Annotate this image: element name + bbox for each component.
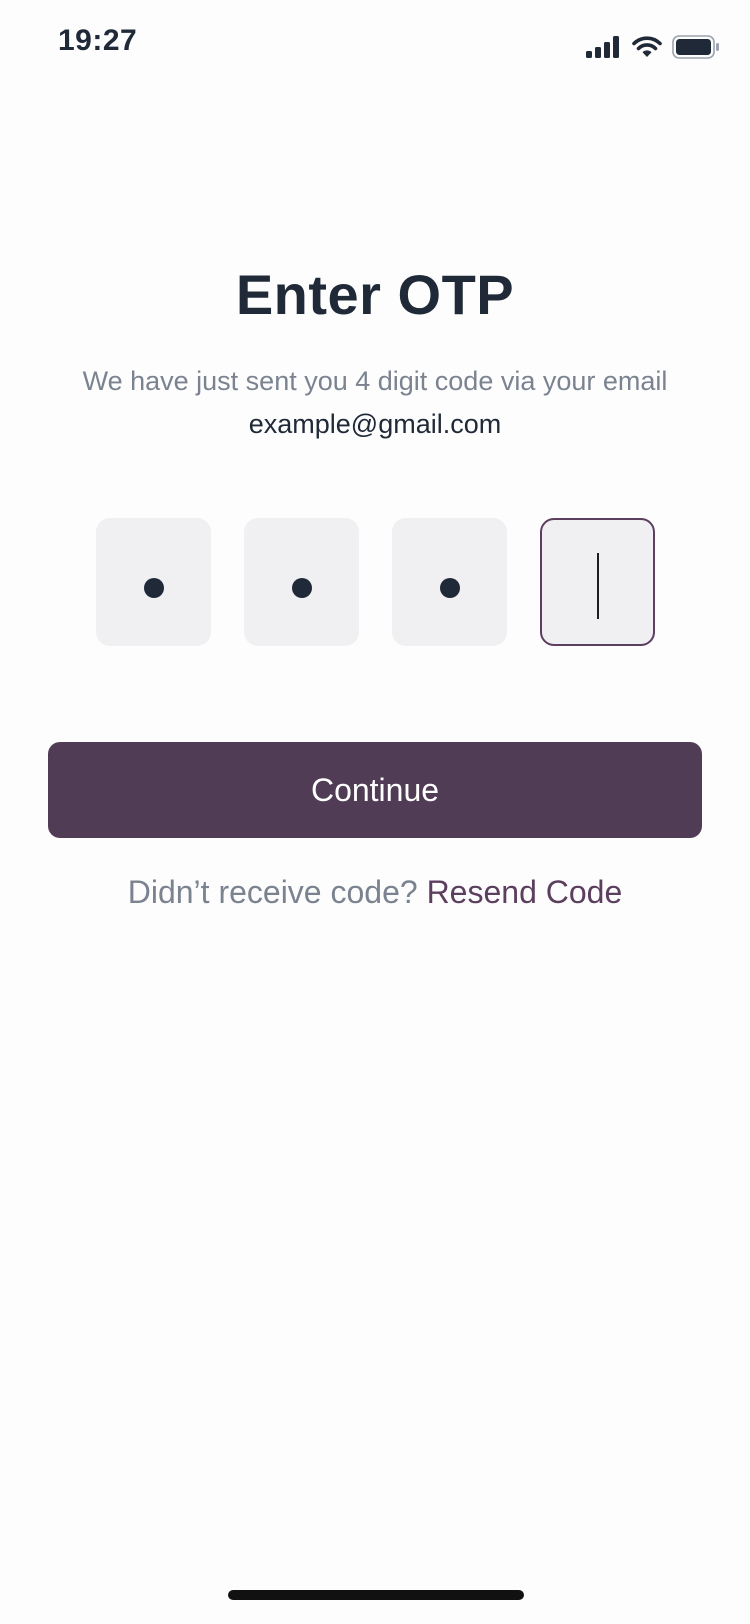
masked-digit-dot — [439, 578, 460, 598]
otp-input-group — [96, 518, 656, 646]
status-icons — [586, 32, 720, 62]
otp-digit-3[interactable] — [392, 518, 507, 646]
home-indicator[interactable] — [228, 1590, 524, 1600]
resend-code-link[interactable]: Resend Code — [427, 874, 623, 910]
resend-prompt: Didn’t receive code? — [127, 874, 418, 910]
continue-button[interactable]: Continue — [48, 742, 702, 838]
wifi-icon — [632, 36, 662, 58]
text-cursor — [596, 553, 599, 619]
page-title: Enter OTP — [235, 263, 515, 326]
otp-digit-1[interactable] — [96, 518, 211, 646]
masked-digit-dot — [291, 578, 312, 598]
resend-row: Didn’t receive code? Resend Code — [0, 874, 750, 911]
otp-instructions: We have just sent you 4 digit code via y… — [60, 360, 690, 446]
masked-digit-dot — [143, 578, 164, 598]
status-bar: 19:27 — [0, 0, 750, 96]
otp-digit-2[interactable] — [244, 518, 359, 646]
instructions-text: We have just sent you 4 digit code via y… — [82, 366, 668, 396]
cellular-signal-icon — [586, 36, 622, 58]
email-address: example@gmail.com — [248, 409, 502, 439]
battery-icon — [672, 35, 720, 59]
status-time: 19:27 — [58, 24, 138, 57]
otp-digit-4[interactable] — [540, 518, 655, 646]
